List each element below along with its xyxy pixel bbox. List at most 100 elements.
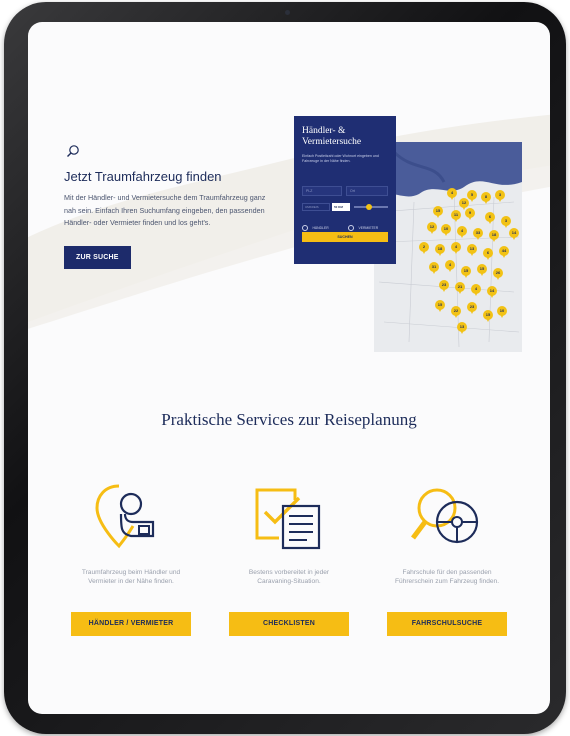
map-pin[interactable]: 13 <box>467 244 477 256</box>
map-pin-label: 4 <box>460 228 464 233</box>
service-checklists-text: Bestens vorbereitet in jeder Caravaning-… <box>248 569 330 585</box>
radius-text: 50 KM <box>334 204 343 209</box>
screen: Jetzt Traumfahrzeug finden Mit der Händl… <box>28 22 550 714</box>
map-pin-label: 10 <box>499 308 505 313</box>
map-pin-label: 12 <box>429 224 435 229</box>
map-pin[interactable]: 4 <box>457 226 467 238</box>
map-pin-label: 3 <box>504 218 508 223</box>
map-pin[interactable]: 12 <box>427 222 437 234</box>
map-pin[interactable]: 6 <box>483 248 493 260</box>
map-pin-label: 2 <box>422 244 426 249</box>
map-pin-label: 18 <box>437 246 443 251</box>
radius-slider[interactable] <box>354 204 388 210</box>
map-pin[interactable]: 15 <box>477 264 487 276</box>
suchen-button[interactable]: SUCHEN <box>302 232 388 242</box>
map-pin[interactable]: 13 <box>457 322 467 334</box>
umkreis-label: UMKREIS <box>305 205 319 209</box>
checklisten-button[interactable]: CHECKLISTEN <box>229 612 349 636</box>
map-pin-label: 33 <box>475 230 481 235</box>
germany-map[interactable]: 4 12 5 8 3 15 11 9 6 3 12 10 4 33 18 14 2 18 4 13 6 44 31 4 15 15… <box>374 142 522 352</box>
haendler-vermieter-button[interactable]: HÄNDLER / VERMIETER <box>71 612 191 636</box>
map-pin-label: 31 <box>431 264 437 269</box>
map-pin[interactable]: 18 <box>489 230 499 242</box>
magnifier-steering-wheel-icon <box>411 488 479 544</box>
map-pin-label: 6 <box>486 250 490 255</box>
map-pin[interactable]: 4 <box>471 284 481 296</box>
service-checklists: Bestens vorbereitet in jeder Caravaning-… <box>218 482 360 636</box>
map-pin[interactable]: 18 <box>435 244 445 256</box>
panel-text: Einfach Postleitzahl oder Wohnort eingeb… <box>302 154 379 163</box>
dealer-search-panel: Händler- & Vermietersuche Einfach Postle… <box>294 116 396 264</box>
plz-input[interactable]: PLZ <box>302 186 342 196</box>
map-pin-label: 9 <box>468 210 472 215</box>
map-pin[interactable]: 4 <box>447 188 457 200</box>
map-pin-label: 4 <box>454 244 458 249</box>
hero-text: Mit der Händler- und Vermietersuche dem … <box>64 193 266 227</box>
panel-title-line2: Vermietersuche <box>302 137 362 147</box>
map-pin-label: 4 <box>450 190 454 195</box>
map-pin-label: 5 <box>470 192 474 197</box>
fahrschulsuche-button[interactable]: FAHRSCHULSUCHE <box>387 612 507 636</box>
map-pin-label: 13 <box>469 246 475 251</box>
service-dealer: Traumfahrzeug beim Händler und Vermieter… <box>60 482 202 636</box>
map-pin[interactable]: 22 <box>451 306 461 318</box>
map-pin[interactable]: 23 <box>439 280 449 292</box>
map-pin-label: 15 <box>479 266 485 271</box>
tablet-frame: Jetzt Traumfahrzeug finden Mit der Händl… <box>4 2 566 734</box>
map-pin[interactable]: 4 <box>451 242 461 254</box>
map-pin-label: 26 <box>495 270 501 275</box>
map-pin[interactable]: 44 <box>499 246 509 258</box>
map-pin[interactable]: 10 <box>441 224 451 236</box>
map-pin-label: 15 <box>463 268 469 273</box>
map-pin[interactable]: 4 <box>445 260 455 272</box>
map-pin-label: 3 <box>498 192 502 197</box>
map-pin-label: 21 <box>457 284 463 289</box>
map-pin-label: 4 <box>474 286 478 291</box>
map-pin[interactable]: 26 <box>493 268 503 280</box>
services-title: Praktische Services zur Reiseplanung <box>161 410 417 429</box>
zur-suche-button[interactable]: ZUR SUCHE <box>64 245 131 269</box>
map-pin[interactable]: 3 <box>495 190 505 202</box>
map-pin[interactable]: 21 <box>455 282 465 294</box>
hero-title: Jetzt Traumfahrzeug finden <box>64 169 222 184</box>
map-pin-label: 10 <box>443 226 449 231</box>
checkbox-haendler-icon[interactable] <box>302 224 308 231</box>
panel-title: Händler- & Vermietersuche <box>302 126 396 148</box>
map-pin[interactable]: 14 <box>509 228 519 240</box>
map-pin[interactable]: 33 <box>473 228 483 240</box>
map-pin[interactable]: 3 <box>501 216 511 228</box>
umkreis-field[interactable]: UMKREIS <box>302 203 330 211</box>
map-pin-label: 11 <box>453 212 459 217</box>
map-pin[interactable]: 9 <box>465 208 475 220</box>
map-pin-label: 23 <box>441 282 447 287</box>
map-pin[interactable]: 15 <box>461 266 471 278</box>
map-pin[interactable]: 11 <box>451 210 461 222</box>
map-pin-label: 18 <box>491 232 497 237</box>
slider-handle[interactable] <box>366 204 372 210</box>
map-pin[interactable]: 2 <box>419 242 429 254</box>
panel-title-line1: Händler- & <box>302 126 346 136</box>
ort-input[interactable]: Ort <box>346 186 388 196</box>
map-pin[interactable]: 15 <box>435 300 445 312</box>
map-pin-label: 44 <box>501 248 507 253</box>
map-pin[interactable]: 15 <box>433 206 443 218</box>
map-pin[interactable]: 15 <box>483 310 493 322</box>
option-haendler-label: HÄNDLER <box>312 225 329 230</box>
service-driving-school: Fahrschule für den passenden Führerschei… <box>376 482 518 636</box>
map-pin[interactable]: 5 <box>467 190 477 202</box>
checklist-icon <box>255 488 321 550</box>
map-pin-label: 14 <box>489 288 495 293</box>
map-pin-label: 14 <box>511 230 517 235</box>
radius-value: 50 KM <box>332 203 350 211</box>
map-pin[interactable]: 10 <box>497 306 507 318</box>
map-pin[interactable]: 31 <box>429 262 439 274</box>
map-pin-label: 8 <box>484 194 488 199</box>
map-pin[interactable]: 6 <box>485 212 495 224</box>
map-pin[interactable]: 14 <box>487 286 497 298</box>
service-dealer-text: Traumfahrzeug beim Händler und Vermieter… <box>81 569 181 585</box>
checkbox-vermieter-icon[interactable] <box>348 224 354 231</box>
map-pin[interactable]: 8 <box>481 192 491 204</box>
map-pin[interactable]: 23 <box>467 302 477 314</box>
plz-placeholder: PLZ <box>306 189 313 193</box>
ort-placeholder: Ort <box>350 189 355 193</box>
